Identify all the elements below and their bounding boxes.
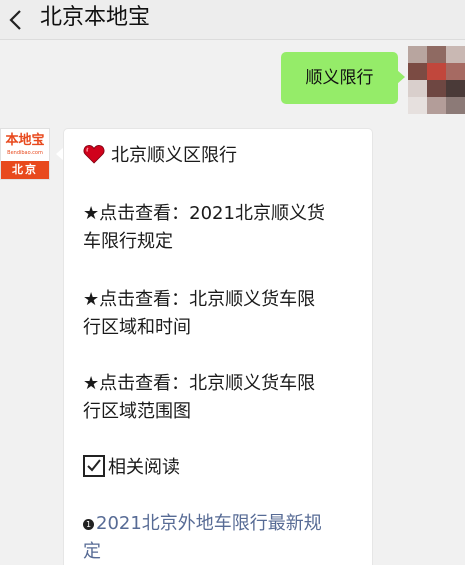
logo-subtext: Bendibao.com — [7, 150, 43, 156]
related-heading: 相关阅读 — [83, 455, 368, 481]
logo-city: 北京 — [1, 161, 49, 179]
user-avatar[interactable] — [408, 46, 465, 114]
heart-icon — [83, 145, 105, 164]
reply-item-3-line2[interactable]: 行区域范围图 — [83, 399, 368, 425]
related-link-1-text[interactable]: 2021北京外地车限行最新规 — [96, 513, 322, 534]
related-heading-text: 相关阅读 — [108, 457, 180, 478]
reply-item-3-line1[interactable]: ★点击查看：北京顺义货车限 — [83, 371, 368, 397]
related-link-1-line2[interactable]: 定 — [83, 539, 368, 565]
user-message-bubble[interactable]: 顺义限行 — [281, 52, 398, 104]
user-message-tail — [397, 70, 405, 84]
bot-message-bubble — [63, 128, 373, 565]
reply-item-1-line1[interactable]: ★点击查看：2021北京顺义货 — [83, 201, 368, 227]
number-bullet-icon: 1 — [83, 519, 94, 530]
reply-item-2-line1[interactable]: ★点击查看：北京顺义货车限 — [83, 287, 368, 313]
reply-heading: 北京顺义区限行 — [83, 143, 368, 169]
chat-title: 北京本地宝 — [40, 5, 151, 30]
checkbox-icon — [83, 455, 105, 477]
reply-item-1-line2[interactable]: 车限行规定 — [83, 229, 368, 255]
top-bar: 北京本地宝 — [0, 0, 465, 40]
reply-item-2-line2[interactable]: 行区域和时间 — [83, 315, 368, 341]
reply-heading-text: 北京顺义区限行 — [111, 145, 237, 166]
bot-avatar[interactable]: 本地宝 Bendibao.com 北京 — [0, 128, 50, 180]
related-link-1-line1[interactable]: 1 2021北京外地车限行最新规 — [83, 511, 368, 537]
chevron-left-icon[interactable] — [6, 8, 26, 32]
